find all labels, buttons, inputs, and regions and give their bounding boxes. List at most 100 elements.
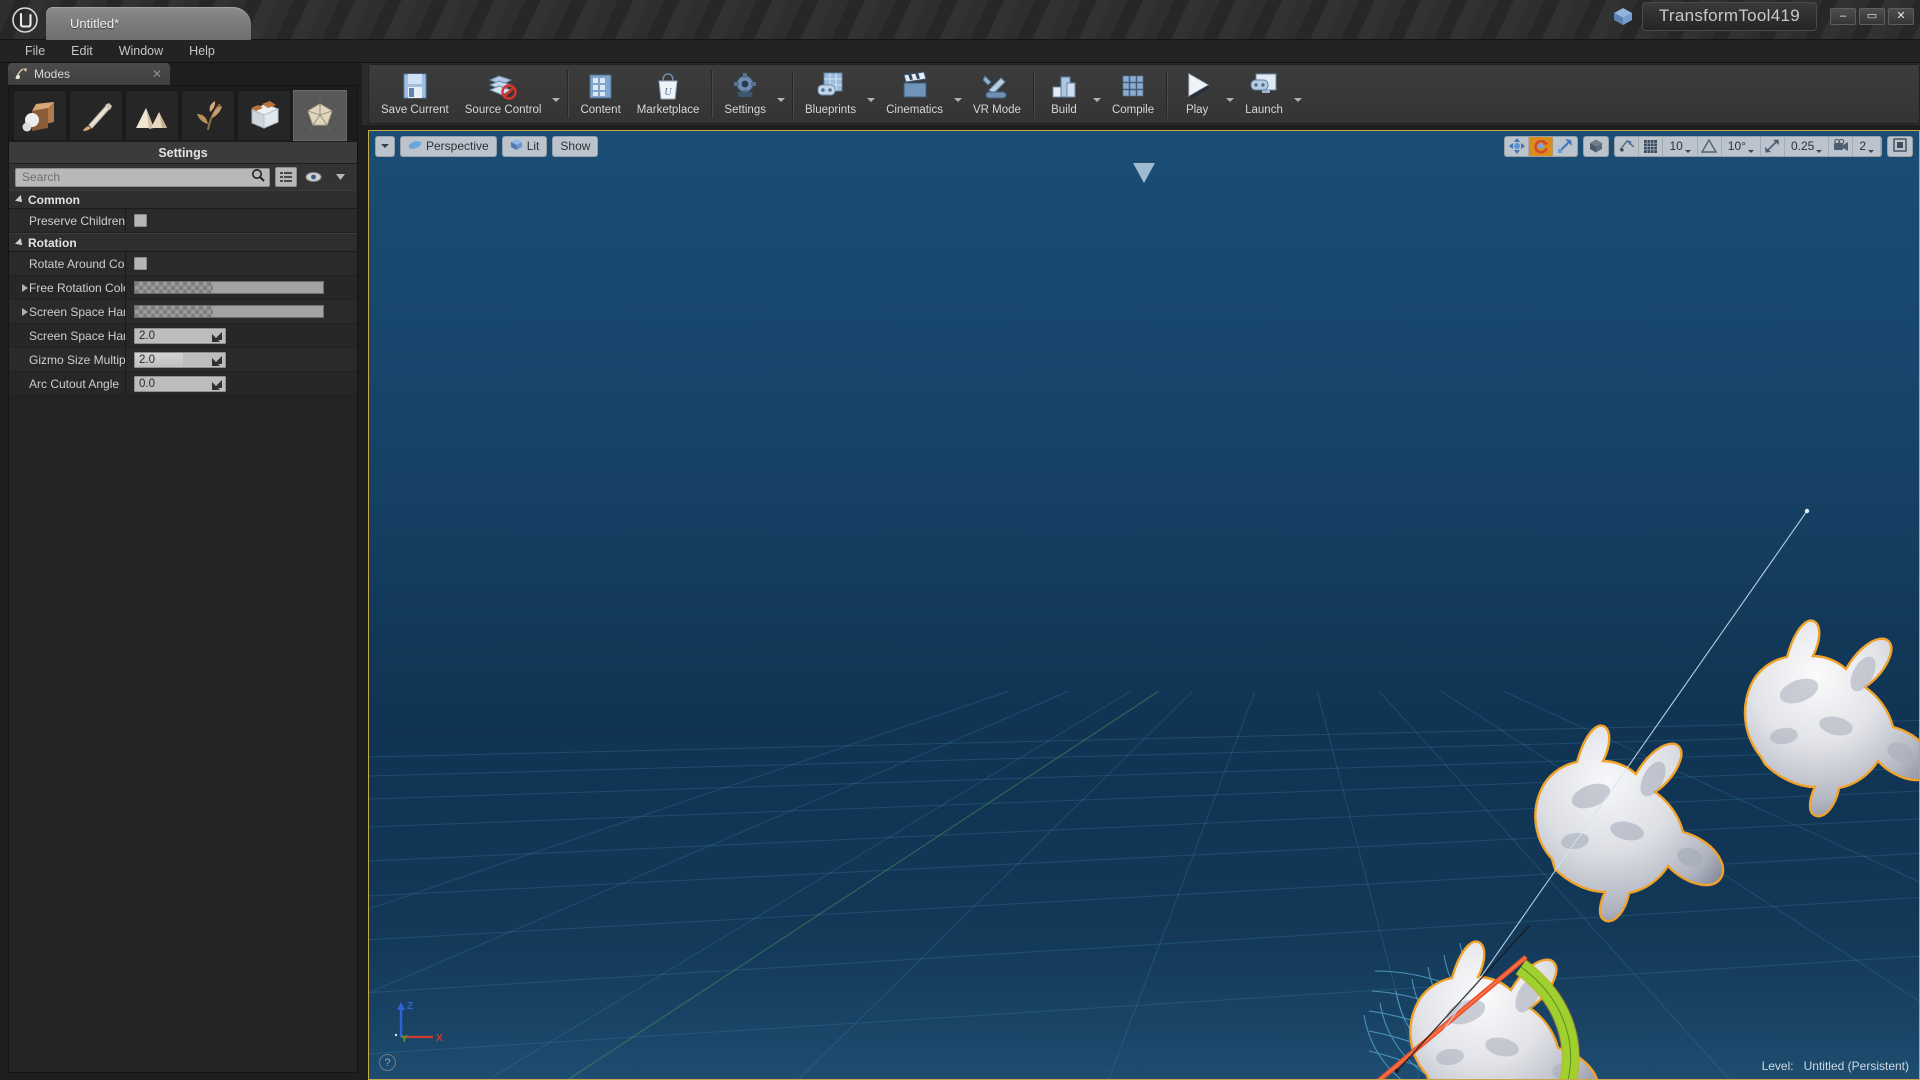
toolbar-group-content: Content U Marketplace xyxy=(572,66,707,122)
launch-button[interactable]: Launch xyxy=(1237,66,1291,122)
preserve-children-checkbox[interactable] xyxy=(134,214,147,227)
screen-space-handle-color-swatch[interactable] xyxy=(134,305,324,318)
menu-item-window[interactable]: Window xyxy=(106,42,176,60)
close-icon[interactable]: ✕ xyxy=(150,67,164,81)
property-label: Screen Space Hand xyxy=(29,328,125,343)
expand-triangle-icon[interactable] xyxy=(9,307,28,316)
viewport-scene xyxy=(1363,508,1919,1079)
section-header-rotation[interactable]: Rotation xyxy=(9,233,357,252)
source-control-button[interactable]: Source Control xyxy=(457,66,550,122)
eye-icon[interactable] xyxy=(302,167,324,187)
svg-text:Z: Z xyxy=(407,1001,413,1012)
compile-cubes-icon xyxy=(1115,70,1151,103)
camera-speed-value[interactable]: 2 xyxy=(1853,136,1881,156)
property-row-screen-space-handle-size[interactable]: Screen Space Hand 2.0 xyxy=(9,324,357,348)
scale-snap-toggle-button[interactable] xyxy=(1761,136,1785,156)
source-control-icon xyxy=(485,70,521,103)
grid-snap-toggle-button[interactable] xyxy=(1639,136,1664,156)
gizmo-size-multiplier-input[interactable]: 2.0 xyxy=(134,351,226,368)
settings-dropdown[interactable] xyxy=(774,66,788,122)
surface-snapping-button[interactable] xyxy=(1615,136,1640,156)
maximize-button[interactable]: ▭ xyxy=(1859,7,1885,25)
maximize-viewport-button[interactable] xyxy=(1887,135,1913,157)
save-current-button[interactable]: Save Current xyxy=(373,66,457,122)
modes-tab[interactable]: Modes ✕ xyxy=(8,63,170,85)
minimize-button[interactable]: – xyxy=(1830,7,1856,25)
show-menu-button[interactable]: Show xyxy=(552,135,599,157)
geometry-editing-mode-button[interactable] xyxy=(237,90,291,141)
project-tab-label: Untitled* xyxy=(70,16,120,31)
property-row-rotate-around-common[interactable]: Rotate Around Com xyxy=(9,252,357,276)
compile-button[interactable]: Compile xyxy=(1104,66,1162,122)
chevron-down-icon[interactable] xyxy=(329,167,351,187)
free-rotation-color-swatch[interactable] xyxy=(134,281,324,294)
list-view-icon[interactable] xyxy=(275,167,297,187)
search-input-wrapper[interactable] xyxy=(15,167,270,187)
viewport-toolbar-right: 10 10° 0.25 2 xyxy=(1504,135,1913,157)
property-value xyxy=(125,276,357,299)
paint-mode-button[interactable] xyxy=(69,90,123,141)
property-row-screen-space-handle-color[interactable]: Screen Space Hand xyxy=(9,300,357,324)
screen-space-handle-size-input[interactable]: 2.0 xyxy=(134,327,226,344)
toolbar-group-play: Play Launch xyxy=(1171,66,1305,122)
mesh-editing-mode-button[interactable] xyxy=(293,90,347,141)
launch-device-icon xyxy=(1246,70,1282,103)
level-viewport[interactable]: Perspective Lit Show 10 10° 0.25 2 Z X Y… xyxy=(368,130,1920,1080)
expand-triangle-icon[interactable] xyxy=(9,283,28,292)
scale-snap-value-label: 0.25 xyxy=(1790,139,1815,153)
menu-item-help[interactable]: Help xyxy=(176,42,228,60)
property-row-gizmo-size-multiplier[interactable]: Gizmo Size Multipl 2.0 xyxy=(9,348,357,372)
spinner-icon[interactable] xyxy=(211,354,223,366)
source-control-dropdown[interactable] xyxy=(549,66,563,122)
build-dropdown[interactable] xyxy=(1090,66,1104,122)
marketplace-button[interactable]: U Marketplace xyxy=(629,66,708,122)
marketplace-bag-icon: U xyxy=(650,70,686,103)
rotate-around-common-checkbox[interactable] xyxy=(134,257,147,270)
content-button[interactable]: Content xyxy=(572,66,628,122)
property-row-preserve-children[interactable]: Preserve Children xyxy=(9,209,357,233)
cinematics-button[interactable]: Cinematics xyxy=(878,66,951,122)
view-mode-button[interactable]: Lit xyxy=(501,135,548,157)
property-value: 0.0 xyxy=(125,372,357,395)
arc-cutout-angle-input[interactable]: 0.0 xyxy=(134,375,226,392)
grid-snap-value[interactable]: 10 xyxy=(1663,136,1698,156)
viewport-options-button[interactable] xyxy=(375,135,395,157)
mode-button-strip xyxy=(9,86,357,142)
camera-speed-button[interactable] xyxy=(1829,136,1854,156)
blueprints-button[interactable]: Blueprints xyxy=(797,66,864,122)
property-row-arc-cutout-angle[interactable]: Arc Cutout Angle 0.0 xyxy=(9,372,357,396)
foliage-mode-button[interactable] xyxy=(181,90,235,141)
angle-snap-toggle-button[interactable] xyxy=(1698,136,1722,156)
vr-mode-button[interactable]: VR Mode xyxy=(965,66,1029,122)
menu-item-edit[interactable]: Edit xyxy=(58,42,106,60)
play-dropdown[interactable] xyxy=(1223,66,1237,122)
property-row-free-rotation-color[interactable]: Free Rotation Color xyxy=(9,276,357,300)
blueprints-dropdown[interactable] xyxy=(864,66,878,122)
scale-snap-value[interactable]: 0.25 xyxy=(1785,136,1830,156)
camera-type-label: Perspective xyxy=(426,139,489,153)
toolbar-group-file: Save Current Source Control xyxy=(373,66,563,122)
spinner-icon[interactable] xyxy=(211,378,223,390)
angle-snap-value[interactable]: 10° xyxy=(1722,136,1761,156)
launch-dropdown[interactable] xyxy=(1291,66,1305,122)
close-button[interactable]: ✕ xyxy=(1888,7,1914,25)
viewport-help-button[interactable]: ? xyxy=(379,1054,396,1071)
property-value: 2.0 xyxy=(125,324,357,347)
world-local-toggle-button[interactable] xyxy=(1584,137,1608,156)
spinner-icon[interactable] xyxy=(211,330,223,342)
blueprint-icon xyxy=(813,70,849,103)
build-button[interactable]: Build xyxy=(1038,66,1090,122)
settings-button[interactable]: Settings xyxy=(716,66,774,122)
camera-type-button[interactable]: Perspective xyxy=(400,135,497,157)
section-header-common[interactable]: Common xyxy=(9,190,357,209)
landscape-mode-button[interactable] xyxy=(125,90,179,141)
scale-mode-button[interactable] xyxy=(1553,137,1577,156)
translate-mode-button[interactable] xyxy=(1505,136,1530,156)
rotate-mode-button[interactable] xyxy=(1529,136,1554,156)
place-mode-button[interactable] xyxy=(13,90,67,141)
menu-item-file[interactable]: File xyxy=(12,42,58,60)
cinematics-dropdown[interactable] xyxy=(951,66,965,122)
search-input[interactable] xyxy=(20,169,251,185)
play-button[interactable]: Play xyxy=(1171,66,1223,122)
project-tab[interactable]: Untitled* xyxy=(46,7,251,40)
